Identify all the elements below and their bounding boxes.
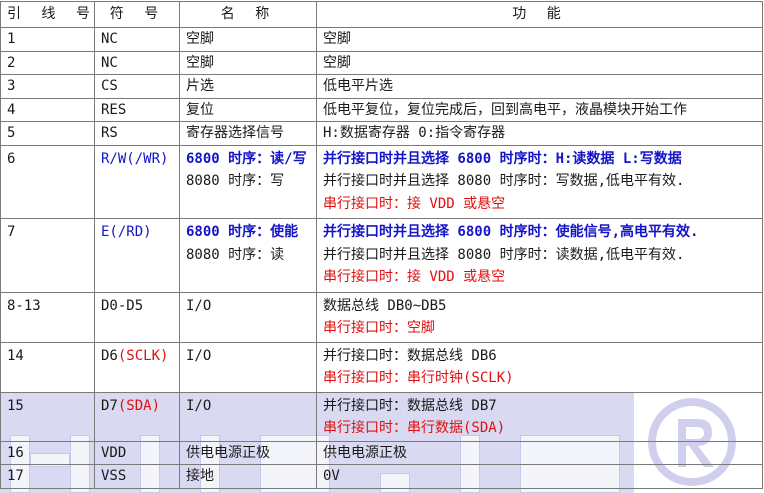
table-row: 1 NC 空脚 空脚 [0,27,763,52]
pin-symbol: NC [94,50,180,75]
header-name: 名 称 [179,1,317,28]
pin-symbol: NC [94,27,180,52]
pin-name: 空脚 [179,27,317,52]
table-row: 17 VSS 接地 0V [0,464,763,489]
pin-function: 低电平片选 [316,74,763,99]
pin-function: 供电电源正极 [316,440,763,465]
pin-function: 0V [316,464,763,489]
pin-number: 1 [0,27,95,52]
pin-function-line: 并行接口时并且选择 8080 时序时：写数据,低电平有效. [323,173,685,189]
pin-symbol-note: (SDA) [117,397,161,414]
table-row: 4 RES 复位 低电平复位，复位完成后，回到高电平，液晶模块开始工作 [0,97,763,122]
pin-symbol: VDD [94,440,180,465]
pin-symbol: RS [94,121,180,146]
pin-name-line: 6800 时序：读/写 [186,150,307,167]
pin-function-line: 串行接口时：接 VDD 或悬空 [323,269,506,285]
pin-name: I/O [179,341,317,393]
pin-number: 7 [0,218,95,293]
pin-name: 片选 [179,74,317,99]
pin-table: 引 线 号 符 号 名 称 功 能 1 NC 空脚 空脚 2 NC 空脚 空脚 … [0,1,763,489]
pin-name: I/O [179,391,317,442]
pin-symbol: D7(SDA) [94,391,180,442]
table-row: 6 R/W(/WR) 6800 时序：读/写 8080 时序：写 并行接口时并且… [0,144,763,219]
pin-function: 空脚 [316,50,763,75]
pin-name-line: 8080 时序：读 [186,246,285,263]
pin-number: 14 [0,341,95,393]
pin-function-line: 串行接口时：空脚 [323,320,435,336]
pin-function: 空脚 [316,27,763,52]
pin-function-line: 串行接口时：接 VDD 或悬空 [323,195,506,212]
pin-name: 接地 [179,464,317,489]
pin-definition-page: 引 线 号 符 号 名 称 功 能 1 NC 空脚 空脚 2 NC 空脚 空脚 … [0,0,764,493]
pin-number: 16 [0,440,95,465]
pin-number: 17 [0,464,95,489]
table-row: 3 CS 片选 低电平片选 [0,74,763,99]
pin-symbol-main: D6 [101,347,118,364]
pin-function: 低电平复位，复位完成后，回到高电平，液晶模块开始工作 [316,97,763,122]
table-row: 16 VDD 供电电源正极 供电电源正极 [0,440,763,465]
pin-number: 2 [0,50,95,75]
pin-function-line: 并行接口时并且选择 6800 时序时：使能信号,高电平有效. [323,224,699,240]
header-function: 功 能 [316,1,763,28]
table-row: 8-13 D0-D5 I/O 数据总线 DB0~DB5 串行接口时：空脚 [0,291,763,343]
pin-symbol: E(/RD) [94,218,180,293]
pin-name: 供电电源正极 [179,440,317,465]
pin-number: 8-13 [0,291,95,343]
pin-number: 4 [0,97,95,122]
pin-function-line: 串行接口时：串行时钟(SCLK) [323,370,514,386]
pin-symbol-note: (SCLK) [117,347,169,364]
pin-function-line: 并行接口时并且选择 8080 时序时：读数据,低电平有效. [323,246,685,263]
pin-number: 15 [0,391,95,442]
pin-number: 6 [0,144,95,219]
pin-name: 复位 [179,97,317,122]
table-row: 5 RS 寄存器选择信号 H:数据寄存器 0:指令寄存器 [0,121,763,146]
pin-symbol: D0-D5 [94,291,180,343]
pin-function: H:数据寄存器 0:指令寄存器 [316,121,763,146]
pin-function-line: 并行接口时并且选择 6800 时序时：H:读数据 L:写数据 [323,150,682,167]
pin-function-line: 并行接口时：数据总线 DB7 [323,397,497,414]
header-row: 引 线 号 符 号 名 称 功 能 [0,1,763,28]
pin-name-line: 6800 时序：使能 [186,224,299,240]
pin-name: 寄存器选择信号 [179,121,317,146]
header-symbol: 符 号 [94,1,180,28]
table-row: 2 NC 空脚 空脚 [0,50,763,75]
pin-symbol: VSS [94,464,180,489]
table-row: 15 D7(SDA) I/O 并行接口时：数据总线 DB7 串行接口时：串行数据… [0,391,763,442]
pin-number: 5 [0,121,95,146]
pin-name: 空脚 [179,50,317,75]
table-row: 7 E(/RD) 6800 时序：使能 8080 时序：读 并行接口时并且选择 … [0,218,763,293]
header-pin: 引 线 号 [0,1,95,28]
pin-symbol: R/W(/WR) [94,144,180,219]
pin-function-line: 数据总线 DB0~DB5 [323,297,447,314]
pin-name: I/O [179,291,317,343]
pin-symbol: CS [94,74,180,99]
pin-function-line: 并行接口时：数据总线 DB6 [323,347,497,364]
pin-function-line: 串行接口时：串行数据(SDA) [323,420,506,436]
pin-symbol-main: D7 [101,397,118,414]
pin-symbol: D6(SCLK) [94,341,180,393]
table-row: 14 D6(SCLK) I/O 并行接口时：数据总线 DB6 串行接口时：串行时… [0,341,763,393]
pin-name-line: 8080 时序：写 [186,173,285,189]
pin-number: 3 [0,74,95,99]
pin-symbol: RES [94,97,180,122]
